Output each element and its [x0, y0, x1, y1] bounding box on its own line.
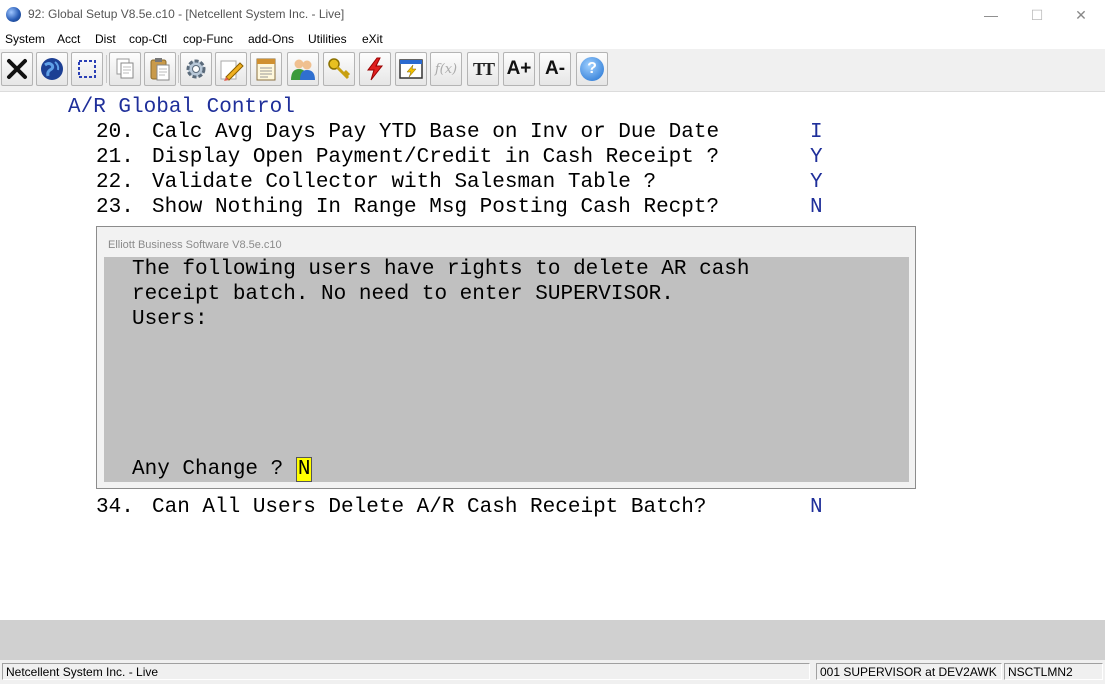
- menu-dist[interactable]: Dist: [95, 32, 116, 46]
- menu-acct[interactable]: Acct: [57, 32, 80, 46]
- dialog-body: The following users have rights to delet…: [104, 257, 909, 482]
- any-change-prompt: Any Change ? N: [132, 457, 313, 482]
- item-label: Validate Collector with Salesman Table ?: [152, 171, 657, 194]
- item-label: Can All Users Delete A/R Cash Receipt Ba…: [152, 496, 707, 519]
- screen-lightning-button[interactable]: [395, 52, 427, 86]
- lightning-icon: [367, 57, 384, 81]
- toolbar: f(x) TT A+ A- ?: [0, 49, 1105, 92]
- menu-add-ons[interactable]: add-Ons: [248, 32, 294, 46]
- message-dialog: Elliott Business Software V8.5e.c10 The …: [96, 226, 916, 489]
- close-button[interactable]: ✕: [1058, 0, 1104, 30]
- toolbar-separator: [106, 55, 107, 83]
- window-title: 92: Global Setup V8.5e.c10 - [Netcellent…: [28, 7, 345, 21]
- select-button[interactable]: [71, 52, 103, 86]
- paste-button[interactable]: [144, 52, 176, 86]
- copy-button[interactable]: [109, 52, 141, 86]
- select-icon: [78, 60, 96, 78]
- help-icon: ?: [580, 57, 604, 81]
- minimize-button[interactable]: —: [968, 0, 1014, 30]
- function-icon: f(x): [434, 61, 458, 77]
- font-increase-button[interactable]: A+: [503, 52, 535, 86]
- globe-button[interactable]: [36, 52, 68, 86]
- item-value[interactable]: I: [810, 121, 823, 144]
- item-number: 34.: [96, 496, 134, 519]
- notepad-icon: [256, 58, 276, 81]
- help-button[interactable]: ?: [576, 52, 608, 86]
- toolbar-separator: [178, 55, 179, 83]
- users-button[interactable]: [287, 52, 319, 86]
- item-number: 22.: [96, 171, 134, 194]
- keys-icon: [328, 58, 351, 80]
- status-company: Netcellent System Inc. - Live: [2, 663, 810, 680]
- settings-gear-icon: [186, 59, 206, 79]
- app-globe-icon: [6, 7, 21, 22]
- title-bar: 92: Global Setup V8.5e.c10 - [Netcellent…: [0, 0, 1105, 30]
- any-change-input[interactable]: N: [295, 457, 313, 482]
- globe-icon: [41, 58, 63, 80]
- screen-lightning-icon: [399, 59, 423, 79]
- item-number: 23.: [96, 196, 134, 219]
- users-label: Users:: [132, 308, 208, 331]
- copy-icon: [116, 58, 134, 79]
- status-bar: Netcellent System Inc. - Live 001 SUPERV…: [0, 660, 1105, 684]
- font-tt-button[interactable]: TT: [467, 52, 499, 86]
- item-value[interactable]: Y: [810, 171, 823, 194]
- menu-exit[interactable]: eXit: [362, 32, 383, 46]
- maximize-button[interactable]: ☐: [1014, 0, 1060, 30]
- menu-bar: System Acct Dist cop-Ctl cop-Func add-On…: [0, 30, 1105, 49]
- item-label: Calc Avg Days Pay YTD Base on Inv or Due…: [152, 121, 720, 144]
- item-number: 20.: [96, 121, 134, 144]
- exit-icon: [7, 59, 27, 79]
- item-value[interactable]: N: [810, 196, 823, 219]
- menu-utilities[interactable]: Utilities: [308, 32, 347, 46]
- paste-icon: [150, 58, 170, 81]
- help-icon-glyph: ?: [587, 60, 597, 77]
- settings-button[interactable]: [180, 52, 212, 86]
- dialog-message-line: receipt batch. No need to enter SUPERVIS…: [132, 283, 674, 306]
- status-user: 001 SUPERVISOR at DEV2AWK: [816, 663, 1002, 680]
- dialog-message-line: The following users have rights to delet…: [132, 258, 750, 281]
- bottom-panel: [0, 620, 1105, 660]
- lightning-button[interactable]: [359, 52, 391, 86]
- font-decrease-icon: A-: [544, 58, 566, 79]
- font-increase-icon: A+: [506, 58, 532, 79]
- keys-button[interactable]: [323, 52, 355, 86]
- menu-system[interactable]: System: [5, 32, 45, 46]
- section-title: A/R Global Control: [68, 96, 295, 119]
- font-tt-icon: TT: [472, 58, 495, 79]
- item-label: Display Open Payment/Credit in Cash Rece…: [152, 146, 720, 169]
- function-button[interactable]: f(x): [430, 52, 462, 86]
- item-value[interactable]: Y: [810, 146, 823, 169]
- users-icon: [291, 59, 315, 80]
- item-label: Show Nothing In Range Msg Posting Cash R…: [152, 196, 720, 219]
- menu-cop-func[interactable]: cop-Func: [183, 32, 233, 46]
- item-number: 21.: [96, 146, 134, 169]
- notepad-button[interactable]: [250, 52, 282, 86]
- item-value[interactable]: N: [810, 496, 823, 519]
- edit-button[interactable]: [215, 52, 247, 86]
- menu-cop-ctl[interactable]: cop-Ctl: [129, 32, 167, 46]
- dialog-title: Elliott Business Software V8.5e.c10: [108, 239, 282, 251]
- any-change-label: Any Change ?: [132, 458, 284, 481]
- edit-pencil-icon: [220, 60, 244, 81]
- exit-button[interactable]: [1, 52, 33, 86]
- font-decrease-button[interactable]: A-: [539, 52, 571, 86]
- status-machine: NSCTLMN2: [1004, 663, 1103, 680]
